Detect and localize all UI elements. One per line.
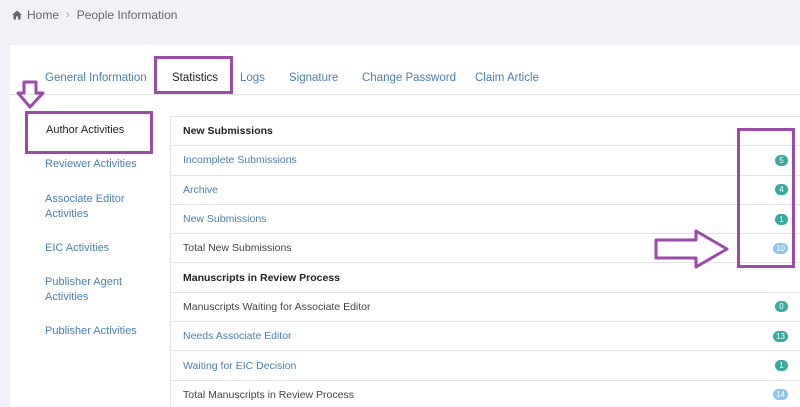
- row-label-waiting-for-associate-editor: Manuscripts Waiting for Associate Editor: [183, 300, 371, 313]
- table-row: Manuscripts Waiting for Associate Editor…: [171, 293, 800, 323]
- sidebar-item-author-activities[interactable]: Author Activities: [25, 119, 155, 143]
- tab-bar: General Information Statistics Logs Sign…: [10, 45, 800, 95]
- table-row[interactable]: New Submissions 1: [171, 205, 800, 235]
- table-row[interactable]: Archive 4: [171, 176, 800, 205]
- row-label-needs-associate-editor[interactable]: Needs Associate Editor: [183, 330, 292, 342]
- breadcrumb-current: People Information: [76, 8, 178, 22]
- count-badge: 1: [775, 213, 788, 225]
- sidebar-item-publisher-agent-activities[interactable]: Publisher Agent Activities: [25, 275, 135, 305]
- count-badge: 1: [775, 360, 788, 372]
- table-row[interactable]: Incomplete Submissions 5: [171, 146, 800, 176]
- count-badge: 0: [775, 301, 788, 313]
- tab-general-information[interactable]: General Information: [45, 72, 147, 84]
- section-header-new-submissions: New Submissions: [171, 117, 800, 147]
- row-label-archive[interactable]: Archive: [183, 184, 218, 196]
- sidebar-item-associate-editor-activities[interactable]: Associate Editor Activities: [25, 192, 135, 222]
- table-row[interactable]: Needs Associate Editor 13: [171, 322, 800, 352]
- breadcrumb-home[interactable]: Home: [27, 8, 59, 22]
- tab-statistics[interactable]: Statistics: [172, 72, 218, 84]
- tab-change-password[interactable]: Change Password: [362, 72, 456, 84]
- row-label-total-new-submissions: Total New Submissions: [183, 242, 292, 255]
- sidebar-item-eic-activities[interactable]: EIC Activities: [25, 241, 155, 256]
- sidebar-item-publisher-activities[interactable]: Publisher Activities: [25, 324, 155, 339]
- section-header-review-process: Manuscripts in Review Process: [171, 263, 800, 293]
- row-label-incomplete-submissions[interactable]: Incomplete Submissions: [183, 154, 297, 166]
- sidebar-item-reviewer-activities[interactable]: Reviewer Activities: [25, 157, 155, 172]
- total-badge: 14: [773, 389, 788, 401]
- count-badge: 4: [775, 184, 788, 196]
- row-label-new-submissions[interactable]: New Submissions: [183, 213, 266, 225]
- row-label-total-review-process: Total Manuscripts in Review Process: [183, 388, 354, 401]
- total-badge: 10: [773, 242, 788, 254]
- breadcrumb: Home › People Information: [12, 8, 177, 22]
- section-title: Manuscripts in Review Process: [183, 271, 340, 284]
- table-row[interactable]: Waiting for EIC Decision 1: [171, 351, 800, 381]
- table-row-total: Total Manuscripts in Review Process 14: [171, 381, 800, 407]
- tab-logs[interactable]: Logs: [240, 72, 265, 84]
- statistics-table: New Submissions Incomplete Submissions 5…: [170, 116, 800, 407]
- home-icon[interactable]: [12, 10, 22, 20]
- section-title: New Submissions: [183, 125, 273, 138]
- tab-claim-article[interactable]: Claim Article: [475, 72, 539, 84]
- table-row-total: Total New Submissions 10: [171, 234, 800, 264]
- count-badge: 13: [773, 330, 788, 342]
- content-panel: General Information Statistics Logs Sign…: [10, 45, 800, 407]
- breadcrumb-separator-icon: ›: [66, 9, 70, 21]
- row-label-waiting-for-eic-decision[interactable]: Waiting for EIC Decision: [183, 360, 296, 372]
- tab-signature[interactable]: Signature: [289, 72, 338, 84]
- count-badge: 5: [775, 154, 788, 166]
